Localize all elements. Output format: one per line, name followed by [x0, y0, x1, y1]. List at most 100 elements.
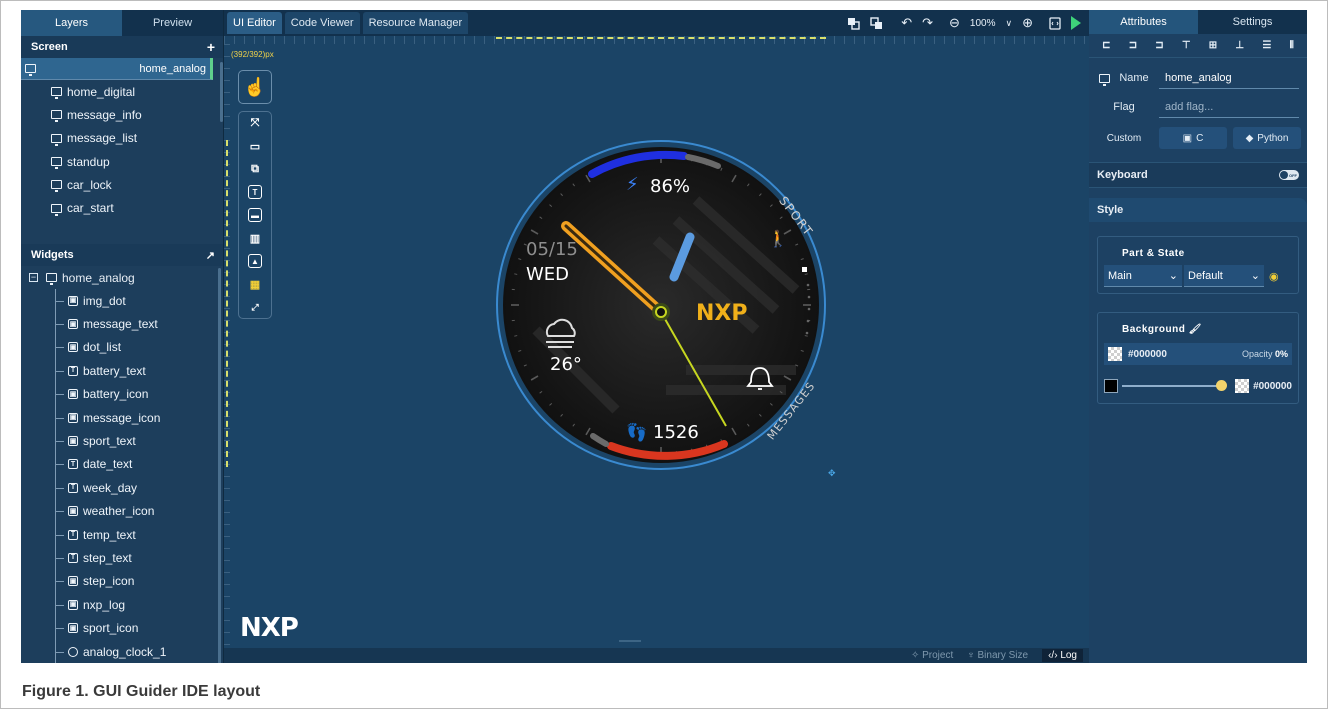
part-select[interactable]: Main ⌄	[1104, 265, 1182, 287]
widget-tree-scrollbar[interactable]	[218, 268, 221, 663]
widget-item-label: message_icon	[83, 410, 161, 425]
widget-item-weather-icon[interactable]: ▣ weather_icon	[21, 500, 223, 523]
label-widget-icon[interactable]: T	[248, 185, 262, 199]
paint-bucket-icon[interactable]: 🖌	[1189, 324, 1202, 335]
widget-item-message-icon[interactable]: ▣ message_icon	[21, 406, 223, 429]
bring-front-icon[interactable]	[847, 17, 860, 30]
send-back-icon[interactable]	[870, 16, 883, 30]
chevron-down-icon[interactable]: ∨	[1006, 18, 1013, 29]
keyboard-toggle[interactable]: OFF	[1279, 170, 1299, 180]
flag-input[interactable]: add flag...	[1159, 96, 1299, 118]
tab-layers[interactable]: Layers	[21, 10, 122, 36]
undo-icon[interactable]: ↶	[901, 15, 912, 31]
redo-icon[interactable]: ↷	[922, 15, 933, 31]
qrcode-widget-icon[interactable]: ▦	[248, 277, 262, 291]
eye-icon[interactable]: ◉	[1269, 270, 1279, 283]
screen-item-message-info[interactable]: message_info	[21, 103, 223, 126]
gradient-end-value[interactable]: #000000	[1253, 381, 1292, 392]
custom-row: Custom ▣ C ◆ Python	[1089, 124, 1307, 152]
widget-item-battery-text[interactable]: Tbattery_text	[21, 359, 223, 382]
open-external-icon[interactable]: ↗	[206, 249, 215, 262]
widget-item-nxp-log[interactable]: ▣ nxp_log	[21, 593, 223, 616]
screen-item-message-list[interactable]: message_list	[21, 127, 223, 150]
image-widget-icon[interactable]: ▲	[248, 254, 262, 268]
widget-item-step-text[interactable]: Tstep_text	[21, 546, 223, 569]
distribute-h-icon[interactable]: ⦀	[1289, 40, 1293, 51]
align-right-icon[interactable]: ⊐	[1155, 40, 1163, 51]
part-state-group: Part & State Main ⌄ Default ⌄ ◉	[1097, 236, 1299, 294]
screen-list-scrollbar[interactable]	[220, 62, 223, 122]
input-widget-icon[interactable]: ▬	[248, 208, 262, 222]
tab-preview[interactable]: Preview	[122, 10, 223, 36]
tab-code-viewer[interactable]: Code Viewer	[284, 12, 360, 34]
state-select[interactable]: Default ⌄	[1184, 265, 1264, 287]
run-simulator-icon[interactable]	[1071, 16, 1081, 30]
add-screen-button[interactable]: +	[207, 39, 215, 55]
align-bottom-icon[interactable]: ⊥	[1235, 40, 1244, 51]
export-code-icon[interactable]	[1049, 16, 1061, 30]
align-top-icon[interactable]: ⊤	[1182, 40, 1191, 51]
widget-tree-root[interactable]: − home_analog	[21, 266, 223, 289]
widget-item-sport-text[interactable]: ▣ sport_text	[21, 429, 223, 452]
chart-widget-icon[interactable]: ▥	[248, 231, 262, 245]
gradient-end-swatch[interactable]	[1235, 379, 1250, 393]
resize-handle-icon[interactable]: ✥	[828, 468, 836, 479]
zoom-out-icon[interactable]: ⊖	[949, 15, 960, 31]
widget-item-analog-clock-1[interactable]: analog_clock_1	[21, 640, 223, 663]
figure-caption: Figure 1. GUI Guider IDE layout	[22, 683, 261, 700]
distribute-v-icon[interactable]: ☰	[1262, 40, 1271, 51]
widget-item-sport-icon[interactable]: ▣ sport_icon	[21, 616, 223, 639]
bottom-drag-handle[interactable]	[619, 640, 641, 642]
gradient-slider-knob[interactable]	[1216, 380, 1228, 391]
gradient-slider[interactable]	[1122, 380, 1228, 391]
widget-item-battery-icon[interactable]: ▣ battery_icon	[21, 383, 223, 406]
status-log[interactable]: ‹/› Log	[1042, 649, 1083, 662]
tab-settings[interactable]: Settings	[1198, 10, 1307, 34]
widget-item-temp-text[interactable]: Ttemp_text	[21, 523, 223, 546]
background-title: Background 🖌	[1118, 324, 1206, 335]
align-left-icon[interactable]: ⊏	[1102, 40, 1110, 51]
widget-item-step-icon[interactable]: ▣ step_icon	[21, 570, 223, 593]
watch-screen[interactable]: ⚡ 86% 05/15 WED 26° 👣 1526 🚶 SPORT MESSA…	[496, 140, 826, 470]
monitor-icon	[1099, 73, 1111, 86]
bg-color-value[interactable]: #000000	[1128, 349, 1167, 360]
layout-icon[interactable]: ⤧	[248, 116, 262, 130]
widget-palette: ☝ ⤧ ▭ ⧉ T ▬ ▥ ▲ ▦ ⤢	[238, 70, 274, 319]
tab-attributes[interactable]: Attributes	[1089, 10, 1198, 34]
zoom-in-icon[interactable]: ⊕	[1022, 15, 1033, 31]
custom-label: Custom	[1106, 132, 1142, 144]
screen-item-home-digital[interactable]: home_digital	[21, 80, 223, 103]
custom-c-button[interactable]: ▣ C	[1159, 127, 1227, 149]
align-center-h-icon[interactable]: ⊐	[1129, 40, 1137, 51]
status-project[interactable]: ✧ Project	[911, 650, 953, 661]
screen-item-car-lock[interactable]: car_lock	[21, 173, 223, 196]
widget-item-date-text[interactable]: Tdate_text	[21, 453, 223, 476]
collapse-icon[interactable]: −	[29, 273, 38, 282]
imgbutton-widget-icon[interactable]: ⧉	[248, 162, 262, 176]
align-middle-icon[interactable]: ⊞	[1209, 40, 1217, 51]
bg-color-swatch[interactable]	[1108, 347, 1122, 361]
opacity-control[interactable]: Opacity 0%	[1242, 349, 1288, 359]
name-input[interactable]: home_analog	[1159, 67, 1299, 89]
custom-python-button[interactable]: ◆ Python	[1233, 127, 1301, 149]
tab-resource-manager[interactable]: Resource Manager	[362, 12, 469, 34]
widget-item-message-text[interactable]: ▣ message_text	[21, 312, 223, 335]
pointer-tool-icon[interactable]: ☝	[238, 70, 272, 104]
screen-item-car-start[interactable]: car_start	[21, 196, 223, 219]
widget-item-week-day[interactable]: Tweek_day	[21, 476, 223, 499]
screen-item-label: standup	[67, 154, 110, 169]
widget-item-img-dot[interactable]: ▣ img_dot	[21, 289, 223, 312]
button-widget-icon[interactable]: ▭	[248, 139, 262, 153]
screen-item-home-analog[interactable]: home_analog	[21, 58, 213, 80]
screen-item-label: message_list	[67, 131, 138, 146]
monitor-icon	[51, 110, 62, 123]
text-icon: T	[68, 482, 78, 493]
image-icon: ▣	[68, 436, 78, 447]
tab-ui-editor[interactable]: UI Editor	[227, 12, 282, 34]
zoom-level[interactable]: 100%	[970, 18, 996, 29]
gradient-start-swatch[interactable]	[1104, 379, 1118, 393]
screen-item-standup[interactable]: standup	[21, 150, 223, 173]
widget-item-dot-list[interactable]: ▣ dot_list	[21, 336, 223, 359]
expand-icon[interactable]: ⤢	[248, 300, 262, 314]
status-binary-size[interactable]: ♆ Binary Size	[967, 650, 1028, 661]
